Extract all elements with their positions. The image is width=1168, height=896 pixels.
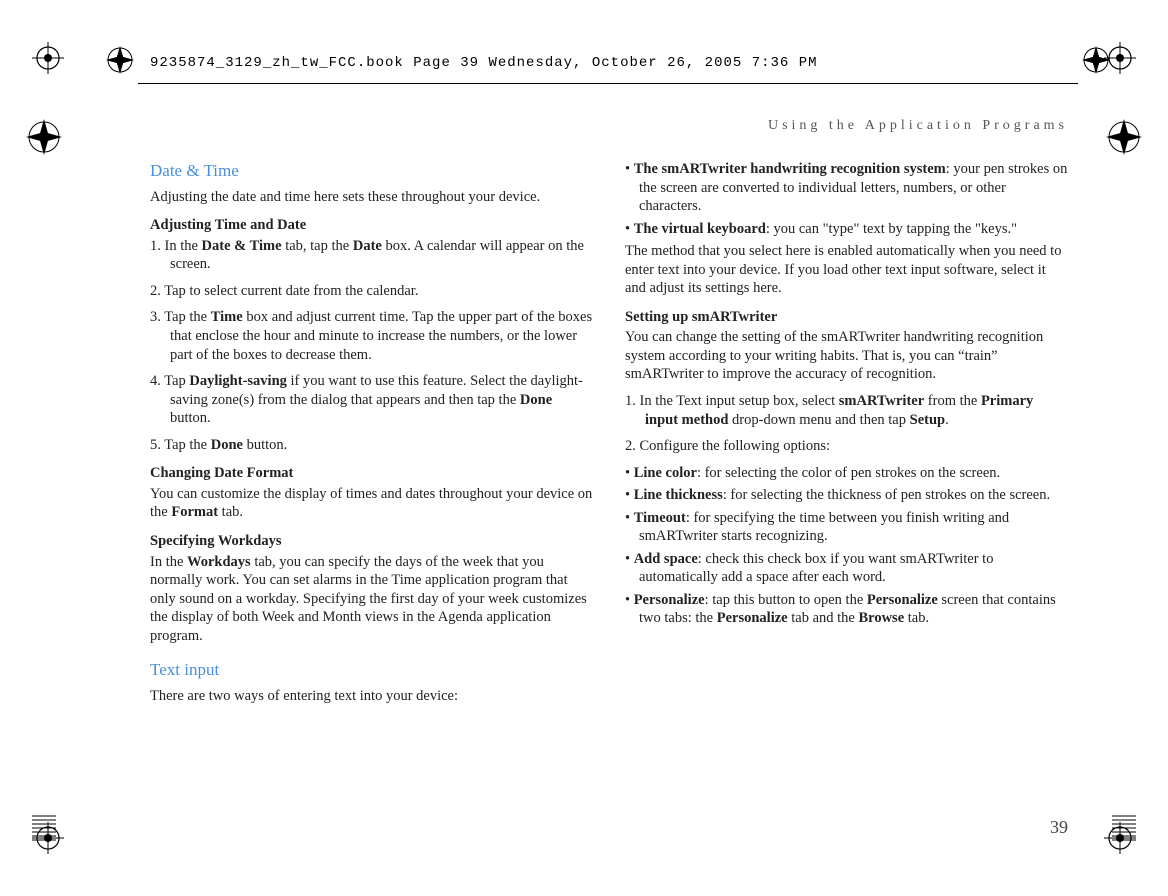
registration-target-top-left [24,117,64,157]
step-1: 1. In the Date & Time tab, tap the Date … [150,237,593,274]
step-2: 2. Tap to select current date from the c… [150,282,593,301]
crop-mark-top-left [32,42,64,74]
para-workdays: In the Workdays tab, you can specify the… [150,553,593,646]
registration-mark-header-right [1078,42,1114,78]
body-columns: Date & Time Adjusting the date and time … [150,160,1068,714]
heading-date-time: Date & Time [150,160,593,182]
bullet-timeout: • Timeout: for specifying the time betwe… [625,509,1068,546]
header-filename: 9235874_3129_zh_tw_FCC.book Page 39 Wedn… [150,55,818,71]
registration-mark-header-left [102,42,138,78]
step-setup-2: 2. Configure the following options: [625,437,1068,456]
heading-changing-format: Changing Date Format [150,464,593,483]
page-number: 39 [1050,817,1068,838]
header-rule [138,83,1078,84]
bullet-line-color: • Line color: for selecting the color of… [625,464,1068,483]
bullet-add-space: • Add space: check this check box if you… [625,550,1068,587]
para-format: You can customize the display of times a… [150,485,593,522]
step-5: 5. Tap the Done button. [150,436,593,455]
registration-target-bottom-left [24,808,64,848]
heading-setting-smartwriter: Setting up smARTwriter [625,308,1068,327]
para-train: You can change the setting of the smARTw… [625,328,1068,384]
heading-workdays: Specifying Workdays [150,532,593,551]
para-intro: Adjusting the date and time here sets th… [150,188,593,207]
step-setup-1: 1. In the Text input setup box, select s… [625,392,1068,429]
step-3: 3. Tap the Time box and adjust current t… [150,308,593,364]
heading-text-input: Text input [150,659,593,681]
para-method: The method that you select here is enabl… [625,242,1068,298]
page-content: Using the Application Programs Date & Ti… [150,118,1068,836]
running-head: Using the Application Programs [768,118,1068,134]
bullet-personalize: • Personalize: tap this button to open t… [625,591,1068,628]
registration-target-bottom-right [1104,808,1144,848]
column-right: • The smARTwriter handwriting recognitio… [625,160,1068,714]
para-text-input: There are two ways of entering text into… [150,687,593,706]
bullet-virtual-keyboard: • The virtual keyboard: you can "type" t… [625,220,1068,239]
heading-adjusting: Adjusting Time and Date [150,216,593,235]
step-4: 4. Tap Daylight-saving if you want to us… [150,372,593,428]
bullet-line-thickness: • Line thickness: for selecting the thic… [625,486,1068,505]
column-left: Date & Time Adjusting the date and time … [150,160,593,714]
registration-target-top-right [1104,117,1144,157]
bullet-smartwriter: • The smARTwriter handwriting recognitio… [625,160,1068,216]
